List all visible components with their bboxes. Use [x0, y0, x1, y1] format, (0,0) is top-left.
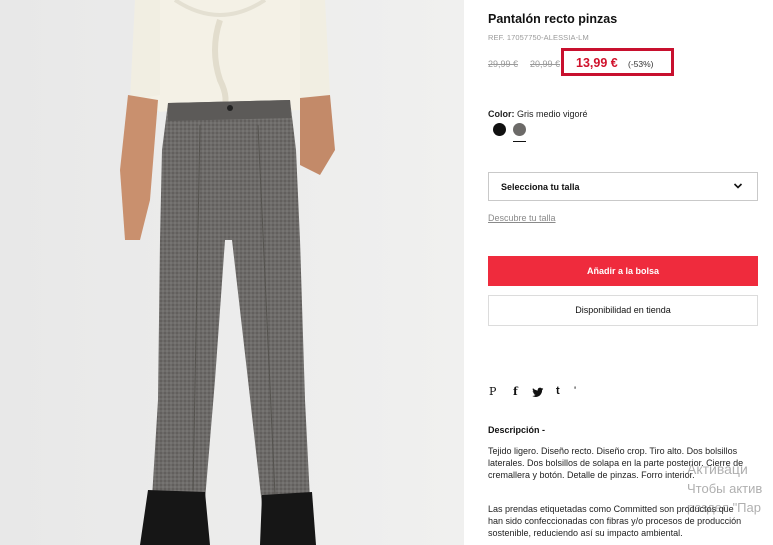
color-row: Color: Gris medio vigoré [488, 109, 588, 119]
size-select[interactable]: Selecciona tu talla [488, 172, 758, 201]
price-highlight-box: 13,99 € (-53%) [561, 48, 674, 76]
watermark-line-1: Активаци [687, 461, 748, 477]
watermark-line-2: Чтобы актив [687, 481, 763, 496]
color-label: Color: [488, 109, 515, 119]
swatch-black[interactable] [493, 123, 506, 136]
tumblr-icon[interactable]: t [556, 385, 560, 397]
size-select-label: Selecciona tu talla [501, 182, 580, 192]
description-title[interactable]: Descripción - [488, 425, 545, 435]
product-ref: REF. 17057750-ALESSIA-LM [488, 33, 589, 42]
product-image[interactable] [0, 0, 464, 545]
watermark-line-3: раздел "Пар [687, 500, 761, 515]
add-to-bag-button[interactable]: Añadir a la bolsa [488, 256, 758, 286]
product-title: Pantalón recto pinzas [488, 12, 618, 26]
old-price-2: 20,99 € [530, 59, 561, 69]
facebook-icon[interactable]: f [513, 385, 518, 398]
model-photo [0, 0, 464, 545]
swatch-grey[interactable] [513, 123, 526, 136]
discount-badge: (-53%) [628, 59, 654, 69]
size-guide-link[interactable]: Descubre tu talla [488, 213, 556, 223]
store-availability-button[interactable]: Disponibilidad en tienda [488, 295, 758, 326]
current-price: 13,99 € [576, 56, 618, 70]
chevron-down-icon [733, 183, 743, 189]
twitter-icon[interactable] [532, 385, 544, 401]
color-value: Gris medio vigoré [517, 109, 588, 119]
product-page: Pantalón recto pinzas REF. 17057750-ALES… [0, 0, 773, 545]
pinterest-icon[interactable]: P [489, 385, 496, 398]
selected-swatch-underline [513, 141, 526, 142]
activation-watermark: Активаци Чтобы актив раздел "Пар [687, 460, 762, 517]
old-price-1: 29,99 € [488, 59, 519, 69]
more-icon[interactable]: ' [574, 385, 576, 397]
